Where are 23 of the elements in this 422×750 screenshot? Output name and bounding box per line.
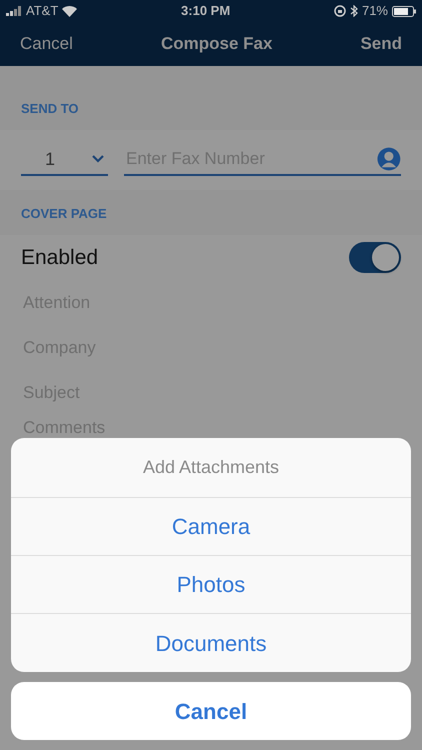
sheet-action[interactable]: Documents (11, 614, 411, 672)
wifi-icon (62, 6, 78, 16)
sheet-action[interactable]: Camera (11, 498, 411, 556)
section-header: SEND TO (21, 100, 79, 118)
battery-icon (392, 6, 416, 16)
toggle-switch[interactable] (349, 242, 401, 273)
signal-icon (6, 6, 22, 16)
cancel-link[interactable]: Cancel (20, 31, 73, 57)
enabled-label: Enabled (21, 244, 98, 271)
carrier: AT&T (26, 2, 58, 20)
send-link[interactable]: Send (360, 31, 402, 57)
cancel-button[interactable]: Cancel (11, 682, 411, 740)
battery-percent: 71% (362, 2, 388, 20)
clock: 3:10 PM (181, 2, 230, 20)
country-code-dropdown[interactable]: 1 (21, 144, 108, 176)
section-header: COVER PAGE (21, 204, 107, 222)
contact-icon[interactable] (377, 146, 401, 172)
rotation-lock-icon (334, 5, 346, 17)
screen-title: Compose Fax (160, 33, 272, 56)
sheet-action[interactable]: Photos (11, 556, 411, 614)
chevron-down-icon (92, 155, 104, 163)
sheet-title: Add Attachments (142, 456, 280, 479)
bluetooth-icon (350, 5, 358, 17)
